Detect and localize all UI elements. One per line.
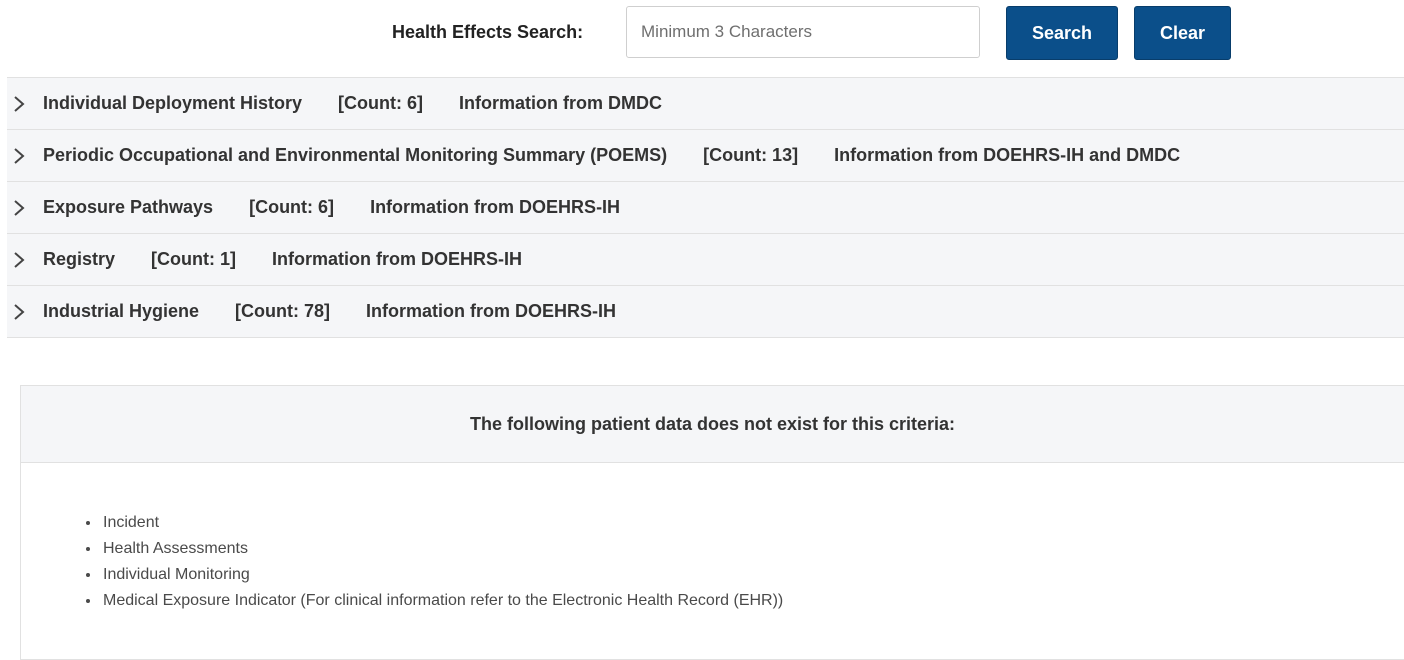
accordion-item-source: Information from DOEHRS-IH bbox=[370, 197, 621, 217]
chevron-right-icon bbox=[7, 95, 43, 113]
accordion-item-source: Information from DOEHRS-IH and DMDC bbox=[834, 145, 1181, 165]
accordion-item-title: Industrial Hygiene bbox=[43, 301, 200, 321]
accordion-item-count: [Count: 1] bbox=[151, 249, 237, 269]
chevron-right-icon bbox=[7, 147, 43, 165]
accordion-item-individual-deployment-history[interactable]: Individual Deployment History [Count: 6]… bbox=[7, 78, 1404, 130]
chevron-right-icon bbox=[7, 251, 43, 269]
clear-button[interactable]: Clear bbox=[1134, 6, 1231, 60]
list-item: Medical Exposure Indicator (For clinical… bbox=[101, 588, 783, 614]
accordion-item-registry[interactable]: Registry [Count: 1] Information from DOE… bbox=[7, 234, 1404, 286]
list-item: Incident bbox=[101, 510, 783, 536]
accordion-item-count: [Count: 6] bbox=[338, 93, 424, 113]
accordion-item-source: Information from DOEHRS-IH bbox=[272, 249, 523, 269]
accordion-item-industrial-hygiene[interactable]: Industrial Hygiene [Count: 78] Informati… bbox=[7, 286, 1404, 338]
no-data-list: Incident Health Assessments Individual M… bbox=[21, 510, 783, 614]
accordion-item-title: Registry bbox=[43, 249, 116, 269]
health-effects-search-bar: Health Effects Search: Search Clear bbox=[0, 4, 1404, 62]
accordion-item-count: [Count: 13] bbox=[703, 145, 799, 165]
chevron-right-icon bbox=[7, 303, 43, 321]
accordion-item-title: Exposure Pathways bbox=[43, 197, 214, 217]
accordion-item-exposure-pathways[interactable]: Exposure Pathways [Count: 6] Information… bbox=[7, 182, 1404, 234]
accordion-item-count: [Count: 78] bbox=[235, 301, 331, 321]
accordion-item-source: Information from DOEHRS-IH bbox=[366, 301, 617, 321]
accordion-item-title: Individual Deployment History bbox=[43, 93, 303, 113]
health-effects-search-label: Health Effects Search: bbox=[392, 22, 584, 42]
list-item: Individual Monitoring bbox=[101, 562, 783, 588]
health-effects-search-input[interactable] bbox=[626, 6, 980, 58]
accordion-item-source: Information from DMDC bbox=[459, 93, 663, 113]
accordion-item-poems[interactable]: Periodic Occupational and Environmental … bbox=[7, 130, 1404, 182]
chevron-right-icon bbox=[7, 199, 43, 217]
accordion-item-count: [Count: 6] bbox=[249, 197, 335, 217]
no-data-panel: The following patient data does not exis… bbox=[20, 385, 1404, 660]
list-item: Health Assessments bbox=[101, 536, 783, 562]
search-button[interactable]: Search bbox=[1006, 6, 1118, 60]
data-sections-accordion: Individual Deployment History [Count: 6]… bbox=[7, 77, 1404, 338]
accordion-item-title: Periodic Occupational and Environmental … bbox=[43, 145, 668, 165]
no-data-header: The following patient data does not exis… bbox=[21, 386, 1404, 463]
